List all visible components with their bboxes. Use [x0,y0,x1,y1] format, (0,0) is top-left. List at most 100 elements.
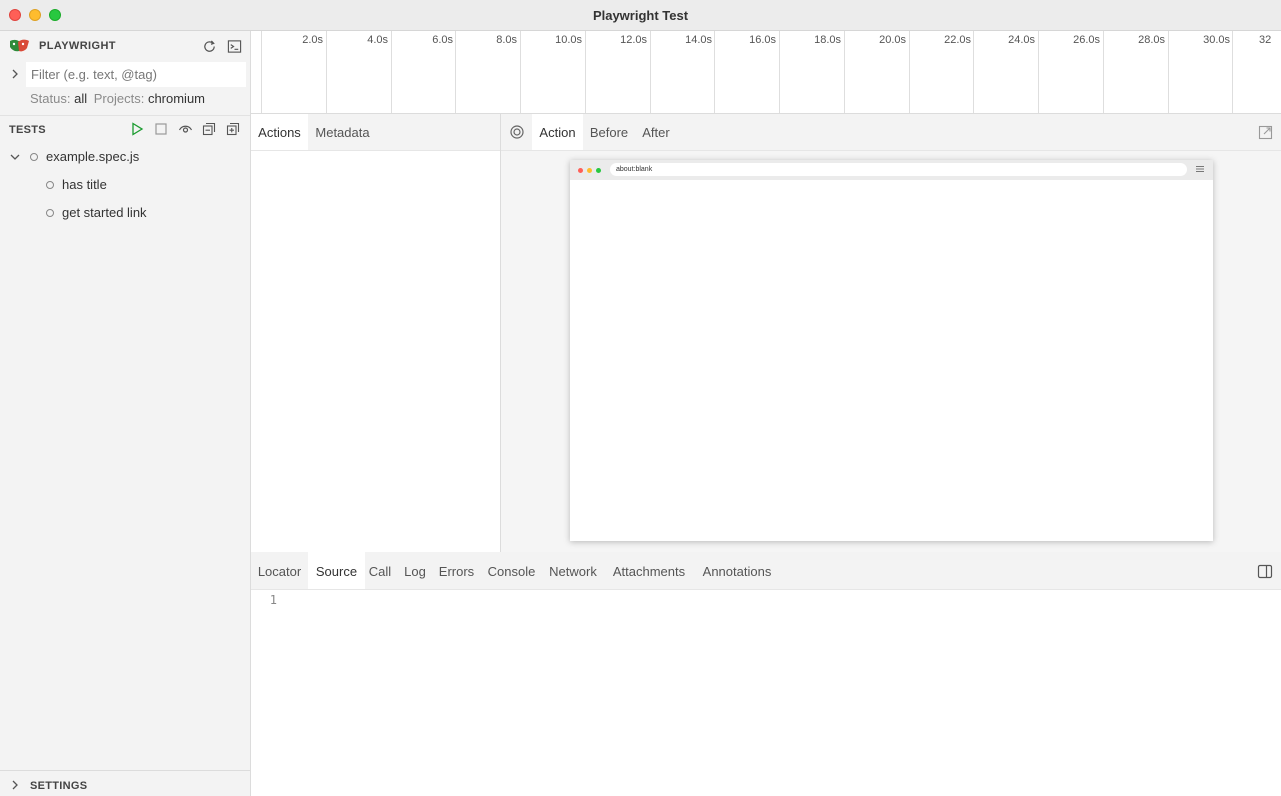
action-list-tabbar: Actions Metadata [251,114,500,151]
timeline-gridline [326,31,327,113]
timeline-gridline [520,31,521,113]
test-label: has title [62,177,107,192]
timeline-tick-label: 24.0s [1008,34,1035,46]
timeline-gridline [779,31,780,113]
stop-icon[interactable] [152,120,170,138]
timeline-gridline [261,31,262,113]
target-icon[interactable] [508,123,526,141]
timeline-gridline [714,31,715,113]
sidebar-toggle-icon[interactable] [1256,562,1274,580]
window-title: Playwright Test [592,8,689,23]
chevron-right-icon[interactable] [8,778,22,792]
eye-icon[interactable] [176,120,194,138]
timeline-gridline [585,31,586,113]
sidebar-header: PLAYWRIGHT [0,31,250,61]
tab-attachments[interactable]: Attachments [608,552,690,589]
timeline-tick-label: 14.0s [685,34,712,46]
tests-section-header: TESTS [0,115,250,141]
status-idle-icon [46,181,54,189]
tab-source[interactable]: Source [308,552,365,589]
tab-errors[interactable]: Errors [435,552,478,589]
status-idle-icon [30,153,38,161]
projects-value[interactable]: chromium [148,91,205,106]
tests-title: TESTS [9,124,46,136]
timeline-gridline [844,31,845,113]
timeline-tick-label: 16.0s [749,34,776,46]
details-pane: Locator Source Call Log Errors Console N… [251,552,1281,796]
tab-before[interactable]: Before [583,114,635,150]
timeline-gridline [391,31,392,113]
timeline-tick-label: 12.0s [620,34,647,46]
chevron-right-icon[interactable] [8,67,22,81]
tab-call[interactable]: Call [365,552,395,589]
browser-minimize-dot [587,168,592,173]
open-external-icon[interactable] [1256,123,1274,141]
filter-row [0,61,250,89]
filter-input[interactable] [26,62,246,87]
test-label: get started link [62,205,147,220]
timeline-tick-label: 32 [1259,34,1272,46]
tab-network[interactable]: Network [545,552,601,589]
timeline-gridline [650,31,651,113]
timeline-tick-label: 6.0s [432,34,453,46]
timeline-tick-label: 4.0s [367,34,388,46]
brand-title: PLAYWRIGHT [39,40,116,52]
status-filters[interactable]: Status: all Projects: chromium [30,91,205,106]
timeline-gridline [1038,31,1039,113]
chevron-down-icon[interactable] [8,150,22,164]
expand-all-icon[interactable] [224,120,242,138]
snapshot-pane: Action Before After about:blank [501,114,1281,552]
tab-locator[interactable]: Locator [251,552,308,589]
snapshot-browser-frame: about:blank [570,160,1213,541]
details-tabbar: Locator Source Call Log Errors Console N… [251,552,1281,590]
snapshot-tabbar: Action Before After [501,114,1281,151]
timeline-gridline [455,31,456,113]
tab-actions[interactable]: Actions [251,114,308,150]
projects-label: Projects: [93,91,145,106]
terminal-icon[interactable] [225,37,243,55]
browser-close-dot [578,168,583,173]
timeline-tick-label: 10.0s [555,34,582,46]
timeline-gridline [973,31,974,113]
settings-title: SETTINGS [30,780,88,792]
status-idle-icon [46,209,54,217]
test-tree: example.spec.js has title get started li… [0,143,250,227]
timeline[interactable]: 2.0s 4.0s 6.0s 8.0s 10.0s 12.0s 14.0s 16… [251,31,1281,114]
settings-section[interactable]: SETTINGS [0,770,250,796]
browser-toolbar: about:blank [570,160,1213,180]
tree-item-test[interactable]: has title [0,171,250,199]
collapse-all-icon[interactable] [200,120,218,138]
line-number: 1 [269,593,277,607]
run-icon[interactable] [128,120,146,138]
timeline-tick-label: 26.0s [1073,34,1100,46]
action-list-pane: Actions Metadata [251,114,501,552]
playwright-logo [10,39,29,52]
timeline-gridline [909,31,910,113]
browser-url-bar: about:blank [610,163,1187,176]
status-value[interactable]: all [74,91,87,106]
tree-item-test[interactable]: get started link [0,199,250,227]
timeline-tick-label: 2.0s [302,34,323,46]
reload-icon[interactable] [200,37,218,55]
tree-item-file[interactable]: example.spec.js [0,143,250,171]
timeline-gridline [1168,31,1169,113]
tab-metadata[interactable]: Metadata [308,114,377,150]
timeline-tick-label: 20.0s [879,34,906,46]
title-bar: Playwright Test [0,0,1281,31]
tab-after[interactable]: After [635,114,677,150]
tab-annotations[interactable]: Annotations [697,552,777,589]
tab-log[interactable]: Log [398,552,432,589]
tab-action[interactable]: Action [532,114,583,150]
menu-icon [1196,166,1204,172]
timeline-tick-label: 28.0s [1138,34,1165,46]
timeline-tick-label: 30.0s [1203,34,1230,46]
timeline-tick-label: 18.0s [814,34,841,46]
status-label: Status: [30,91,71,106]
file-label: example.spec.js [46,149,140,164]
timeline-gridline [1103,31,1104,113]
timeline-tick-label: 8.0s [496,34,517,46]
tab-console[interactable]: Console [484,552,539,589]
timeline-gridline [1232,31,1233,113]
timeline-tick-label: 22.0s [944,34,971,46]
browser-maximize-dot [596,168,601,173]
